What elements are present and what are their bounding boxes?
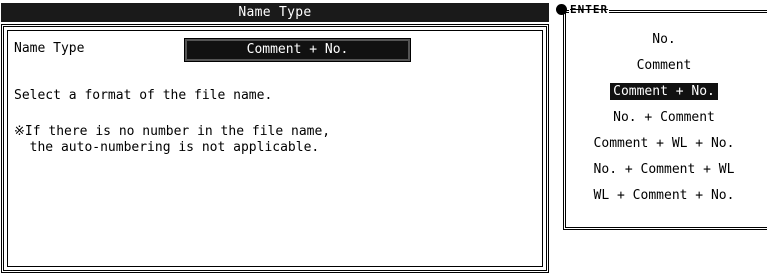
option-label: Comment + WL + No. — [593, 136, 735, 151]
option-label: No. + Comment + WL — [593, 162, 735, 177]
note-text-line-1: ※If there is no number in the file name, — [14, 124, 331, 139]
dialog-title: Name Type — [1, 3, 549, 22]
option-item[interactable]: No. + Comment + WL — [568, 160, 760, 180]
option-label: No. + Comment — [613, 110, 715, 125]
popup-header: ENTER — [556, 2, 610, 16]
name-type-dialog: Name Type Name Type Comment + No. Select… — [0, 3, 551, 273]
name-type-label: Name Type — [14, 41, 85, 56]
name-type-field[interactable]: Comment + No. — [184, 38, 411, 62]
note-text-line-2: the auto-numbering is not applicable. — [14, 140, 320, 155]
option-item[interactable]: Comment — [568, 56, 760, 76]
option-label: No. — [652, 32, 676, 47]
option-item[interactable]: Comment + No. — [568, 82, 760, 102]
enter-key-icon — [556, 3, 567, 15]
option-item[interactable]: WL + Comment + No. — [568, 186, 760, 206]
option-item[interactable]: Comment + WL + No. — [568, 134, 760, 154]
enter-label: ENTER — [569, 2, 610, 16]
option-label: Comment + No. — [610, 83, 718, 100]
instruction-text: Select a format of the file name. — [14, 88, 273, 103]
option-item[interactable]: No. + Comment — [568, 108, 760, 128]
option-label: Comment — [636, 58, 692, 73]
option-label: WL + Comment + No. — [593, 188, 735, 203]
option-item[interactable]: No. — [568, 30, 760, 50]
name-type-options-popup: ENTER No. Comment Comment + No. No. + Comme… — [556, 2, 767, 230]
